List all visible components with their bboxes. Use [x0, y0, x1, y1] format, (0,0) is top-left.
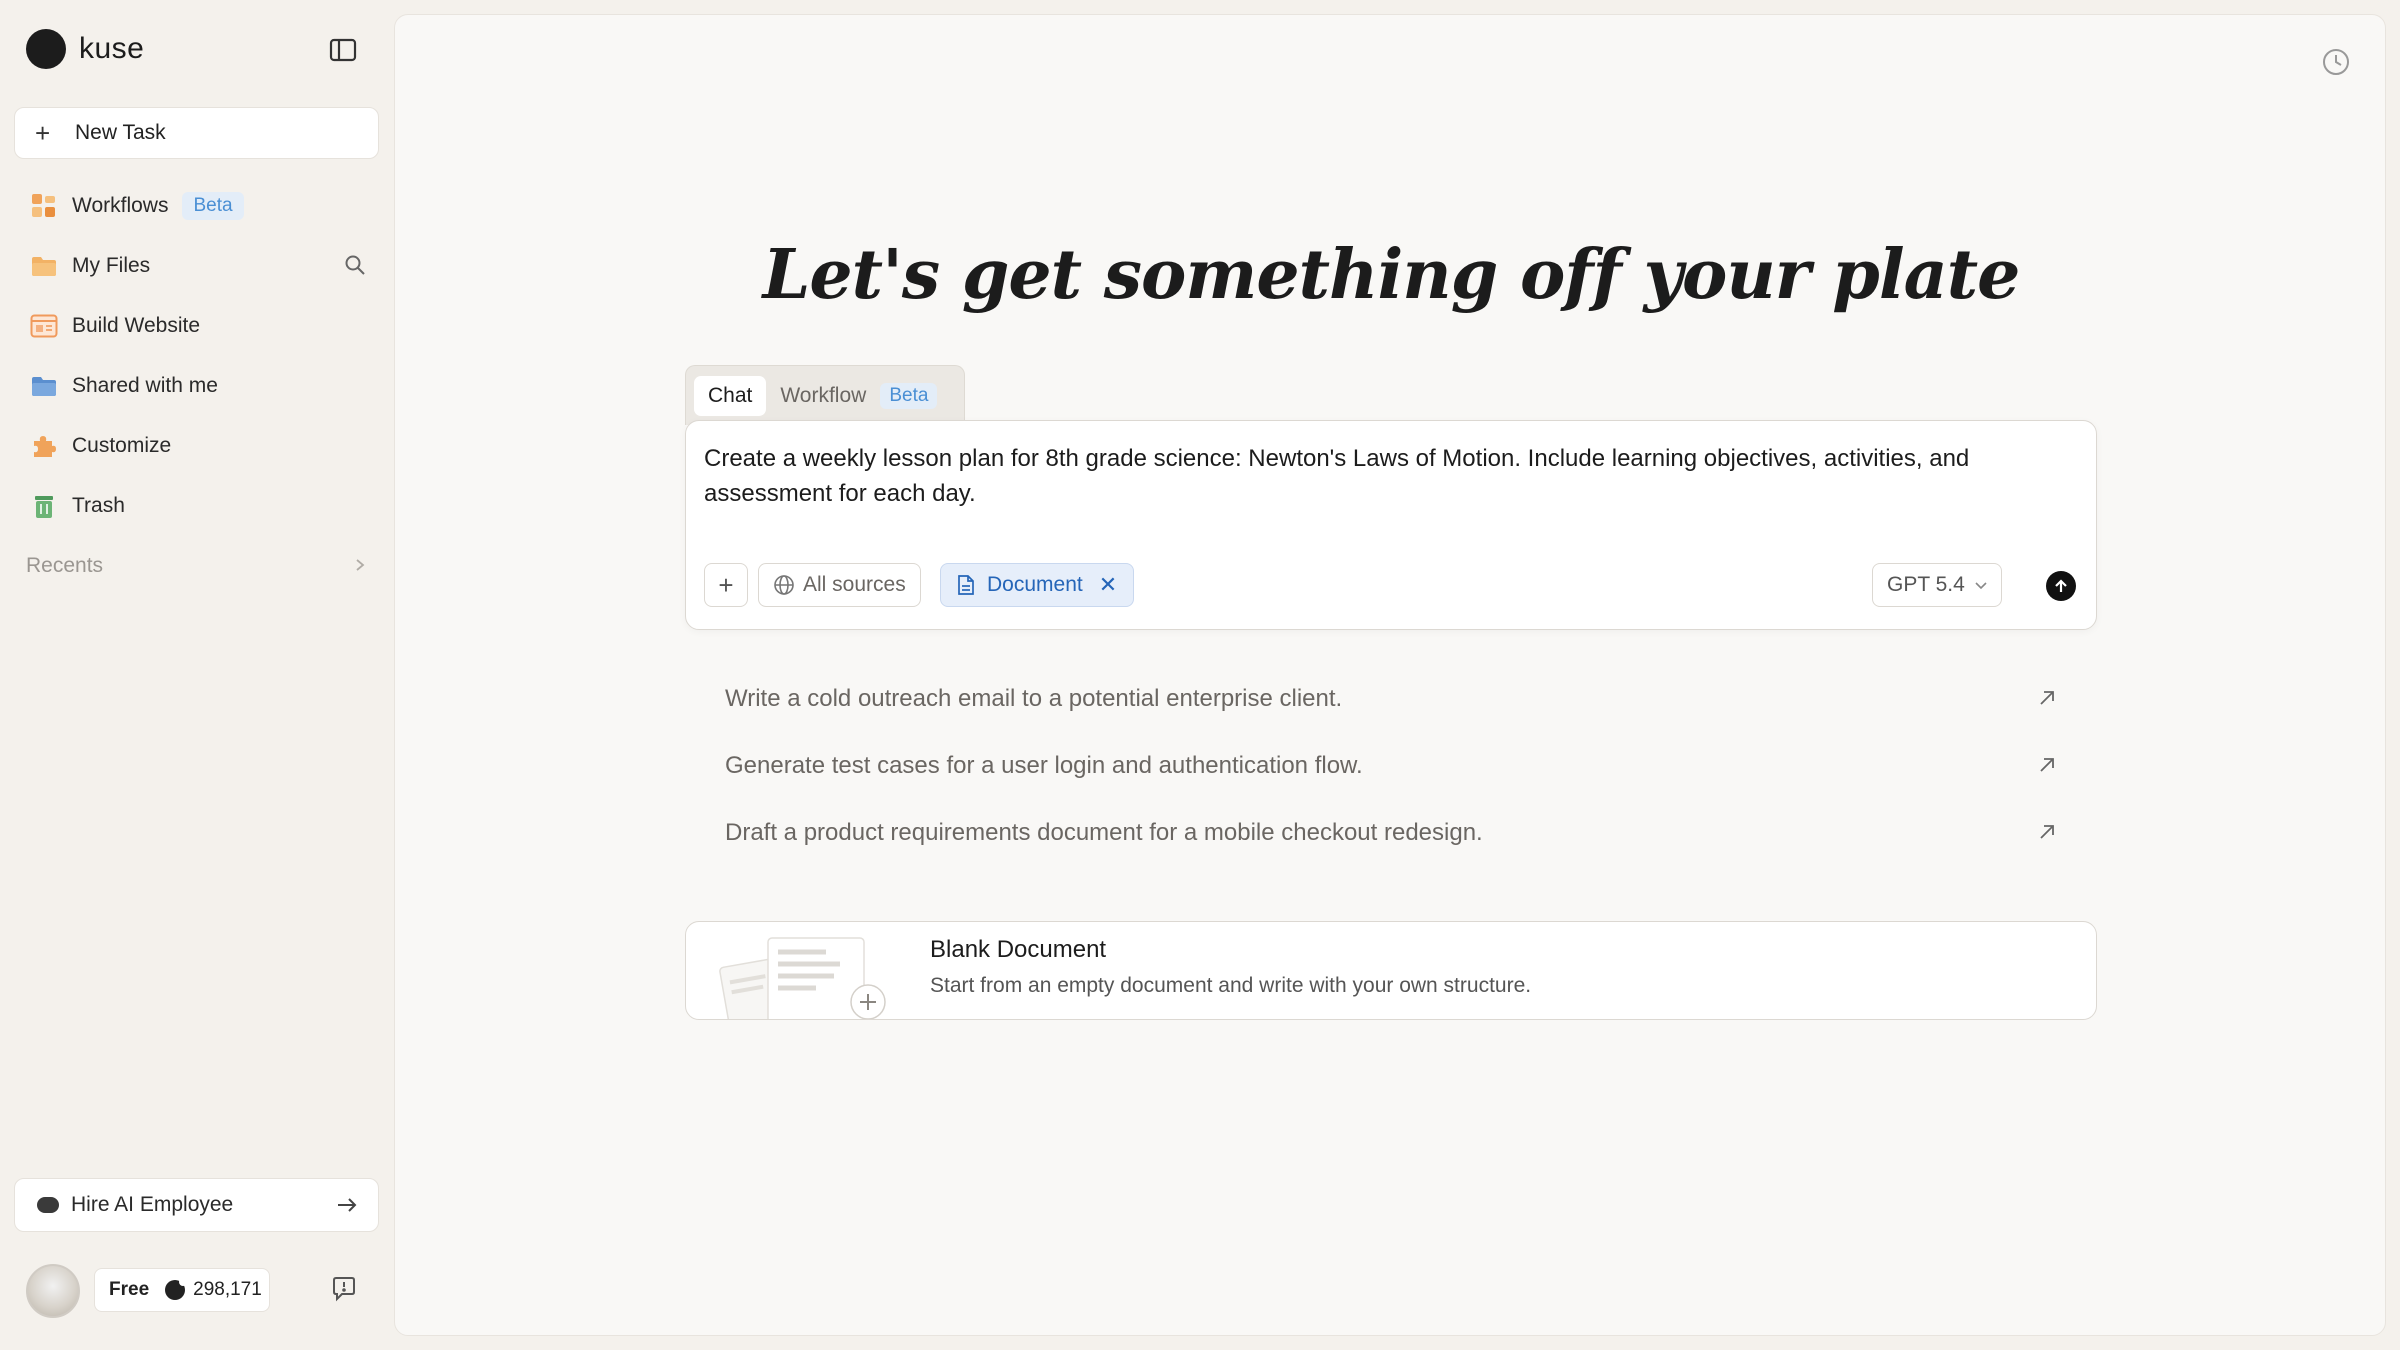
tab-label: Workflow	[780, 383, 867, 407]
brand[interactable]: kuse	[26, 28, 144, 70]
plan-tier: Free	[109, 1279, 150, 1300]
plus-icon: +	[718, 569, 734, 600]
document-icon	[958, 575, 974, 595]
recents-toggle[interactable]: Recents	[26, 552, 366, 580]
chevron-down-icon	[1975, 577, 1987, 593]
suggestion-list: Write a cold outreach email to a potenti…	[685, 665, 2097, 866]
prompt-input[interactable]: Create a weekly lesson plan for 8th grad…	[704, 441, 2080, 511]
plus-icon: +	[35, 118, 51, 148]
suggestion-item[interactable]: Write a cold outreach email to a potenti…	[685, 665, 2097, 732]
shared-folder-icon	[30, 372, 58, 400]
sidebar-item-build-website[interactable]: Build Website	[30, 306, 370, 346]
document-chip-label: Document	[987, 573, 1083, 596]
tab-chat[interactable]: Chat	[694, 375, 767, 416]
new-task-label: New Task	[75, 121, 166, 144]
model-selector[interactable]: GPT 5.4	[1872, 563, 2002, 607]
add-attachment-button[interactable]: +	[704, 563, 748, 607]
trash-icon	[30, 492, 58, 520]
suggestion-text: Write a cold outreach email to a potenti…	[725, 684, 1343, 712]
sidebar-item-trash[interactable]: Trash	[30, 486, 370, 526]
sidebar-item-workflows[interactable]: Workflows Beta	[30, 186, 370, 226]
document-chip[interactable]: Document ✕	[940, 563, 1135, 607]
arrow-up-right-icon	[2037, 821, 2057, 849]
hire-ai-employee-button[interactable]: Hire AI Employee	[14, 1178, 379, 1232]
blank-document-subtitle: Start from an empty document and write w…	[930, 974, 1532, 997]
close-icon[interactable]: ✕	[1099, 572, 1117, 598]
feedback-icon[interactable]	[330, 1275, 360, 1305]
hire-label: Hire AI Employee	[71, 1193, 234, 1216]
new-task-button[interactable]: + New Task	[14, 107, 379, 159]
search-icon[interactable]	[344, 254, 366, 281]
page-headline: Let's get something off your plate	[762, 235, 2021, 315]
plan-credits-badge[interactable]: Free 298,171	[94, 1268, 270, 1312]
suggestion-item[interactable]: Draft a product requirements document fo…	[685, 799, 2097, 866]
sidebar-toggle-icon[interactable]	[326, 36, 360, 64]
workflows-icon	[30, 192, 58, 220]
avatar[interactable]	[26, 1264, 80, 1318]
beta-badge: Beta	[880, 382, 938, 409]
main-panel: Let's get something off your plate Chat …	[394, 14, 2386, 1336]
suggestion-text: Draft a product requirements document fo…	[725, 818, 1483, 846]
ai-employee-icon	[37, 1197, 59, 1213]
sidebar-item-customize[interactable]: Customize	[30, 426, 370, 466]
recents-label: Recents	[26, 554, 104, 577]
brand-logo	[26, 29, 66, 69]
sidebar-item-label: Shared with me	[72, 374, 218, 397]
website-icon	[30, 312, 58, 340]
suggestion-item[interactable]: Generate test cases for a user login and…	[685, 732, 2097, 799]
blank-document-title: Blank Document	[930, 936, 1107, 963]
sidebar-item-label: My Files	[72, 254, 151, 277]
sources-label: All sources	[803, 573, 906, 596]
tab-label: Chat	[708, 383, 753, 407]
sidebar-item-label: Workflows	[72, 194, 169, 217]
credits-icon	[165, 1278, 188, 1300]
arrow-up-icon	[2055, 579, 2067, 592]
tab-workflow[interactable]: Workflow Beta	[766, 375, 951, 417]
blank-document-illustration	[716, 932, 896, 1019]
sidebar-item-label: Build Website	[72, 314, 201, 337]
mode-tabs: Chat Workflow Beta	[685, 365, 965, 425]
arrow-up-right-icon	[2037, 754, 2057, 782]
blank-document-card[interactable]: Blank Document Start from an empty docum…	[685, 921, 2097, 1020]
sidebar-item-shared-with-me[interactable]: Shared with me	[30, 366, 370, 406]
globe-icon	[774, 575, 794, 595]
prompt-composer: Create a weekly lesson plan for 8th grad…	[685, 420, 2097, 630]
folder-icon	[30, 252, 58, 280]
puzzle-icon	[30, 432, 58, 460]
history-icon[interactable]	[2321, 47, 2353, 79]
arrow-up-right-icon	[2037, 687, 2057, 715]
suggestion-text: Generate test cases for a user login and…	[725, 751, 1363, 779]
beta-badge: Beta	[182, 192, 244, 220]
sources-button[interactable]: All sources	[758, 563, 921, 607]
sidebar-item-label: Customize	[72, 434, 172, 457]
sidebar: kuse + New Task Workflows Beta My Files …	[0, 0, 394, 1350]
sidebar-item-label: Trash	[72, 494, 125, 517]
sidebar-item-my-files[interactable]: My Files	[30, 246, 370, 286]
model-label: GPT 5.4	[1887, 573, 1965, 596]
credits-count: 298,171	[193, 1279, 262, 1300]
arrow-right-icon	[336, 1193, 358, 1221]
brand-name: kuse	[79, 32, 145, 65]
send-button[interactable]	[2046, 571, 2076, 601]
chevron-right-icon	[354, 554, 366, 578]
